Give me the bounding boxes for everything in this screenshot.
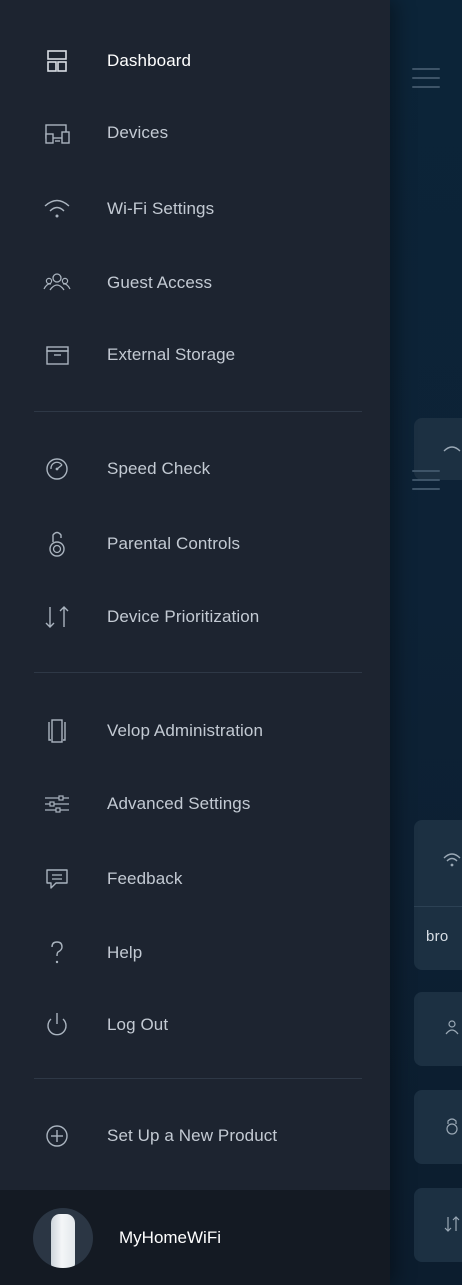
background-wifi-card[interactable]: bro xyxy=(414,820,462,970)
network-footer[interactable]: MyHomeWiFi xyxy=(0,1190,390,1285)
guest-access-icon xyxy=(445,1020,459,1035)
power-icon xyxy=(42,1010,72,1040)
menu-item-label: Guest Access xyxy=(107,273,213,292)
menu-item-label: External Storage xyxy=(107,345,236,364)
sliders-icon xyxy=(42,789,72,819)
menu-item-advanced-settings[interactable]: Advanced Settings xyxy=(0,776,390,832)
speech-bubble-icon xyxy=(42,864,72,894)
background-card-text: bro xyxy=(426,928,449,945)
menu-item-parental-controls[interactable]: Parental Controls xyxy=(0,516,390,572)
menu-divider xyxy=(34,672,362,673)
menu-item-label: Velop Administration xyxy=(107,721,264,740)
app-screen: bro Dashboard Devices Wi-Fi Settings Gue… xyxy=(0,0,462,1285)
menu-item-label: Feedback xyxy=(107,869,183,888)
priority-arrows-icon xyxy=(444,1216,460,1232)
padlock-icon xyxy=(42,529,72,559)
priority-arrows-icon xyxy=(42,602,72,632)
menu-item-external-storage[interactable]: External Storage xyxy=(0,327,390,383)
menu-item-label: Dashboard xyxy=(107,51,192,70)
network-name: MyHomeWiFi xyxy=(119,1228,221,1247)
question-mark-icon xyxy=(42,938,72,968)
background-parental-card[interactable] xyxy=(414,1090,462,1164)
menu-item-log-out[interactable]: Log Out xyxy=(0,997,390,1053)
menu-divider xyxy=(34,411,362,412)
menu-item-label: Wi-Fi Settings xyxy=(107,199,215,218)
velop-node-icon xyxy=(42,716,72,746)
menu-item-label: Speed Check xyxy=(107,459,211,478)
menu-item-dashboard[interactable]: Dashboard xyxy=(0,33,390,89)
menu-item-label: Parental Controls xyxy=(107,534,241,553)
hamburger-menu-icon-secondary[interactable] xyxy=(412,470,440,490)
navigation-drawer: Dashboard Devices Wi-Fi Settings Guest A… xyxy=(0,0,390,1285)
velop-node-avatar xyxy=(33,1208,93,1268)
menu-item-label: Set Up a New Product xyxy=(107,1126,278,1145)
menu-item-wifi-settings[interactable]: Wi-Fi Settings xyxy=(0,181,390,237)
wifi-icon xyxy=(443,446,461,452)
background-guest-card[interactable] xyxy=(414,992,462,1066)
dashboard-icon xyxy=(42,46,72,76)
padlock-icon xyxy=(446,1118,458,1135)
background-priority-card[interactable] xyxy=(414,1188,462,1262)
menu-item-label: Log Out xyxy=(107,1015,169,1034)
menu-item-help[interactable]: Help xyxy=(0,925,390,981)
menu-item-label: Help xyxy=(107,943,143,962)
menu-item-set-up-new-product[interactable]: Set Up a New Product xyxy=(0,1108,390,1164)
plus-circle-icon xyxy=(42,1121,72,1151)
menu-item-feedback[interactable]: Feedback xyxy=(0,851,390,907)
menu-item-guest-access[interactable]: Guest Access xyxy=(0,255,390,311)
menu-item-velop-administration[interactable]: Velop Administration xyxy=(0,703,390,759)
velop-node-image xyxy=(51,1214,75,1268)
storage-box-icon xyxy=(42,340,72,370)
menu-divider xyxy=(34,1078,362,1079)
menu-item-label: Device Prioritization xyxy=(107,607,260,626)
menu-item-devices[interactable]: Devices xyxy=(0,105,390,161)
menu-item-label: Devices xyxy=(107,123,169,142)
guest-access-icon xyxy=(42,268,72,298)
hamburger-menu-icon[interactable] xyxy=(412,68,440,88)
devices-icon xyxy=(42,118,72,148)
menu-item-device-prioritization[interactable]: Device Prioritization xyxy=(0,589,390,645)
menu-item-label: Advanced Settings xyxy=(107,794,251,813)
menu-item-speed-check[interactable]: Speed Check xyxy=(0,441,390,497)
wifi-icon xyxy=(42,194,72,224)
speedometer-icon xyxy=(42,454,72,484)
wifi-icon xyxy=(443,853,461,867)
